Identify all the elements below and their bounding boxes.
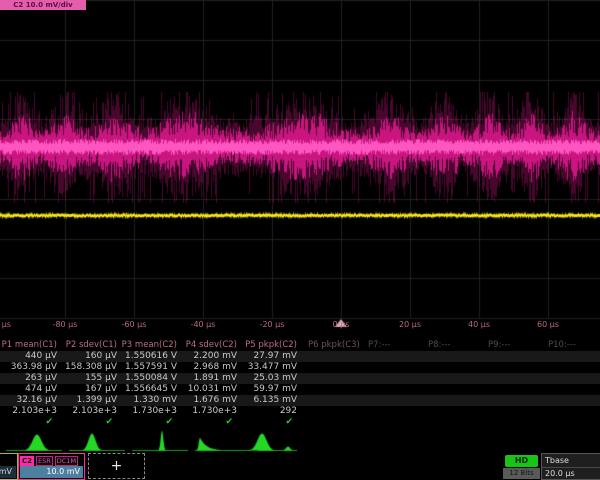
measure-row: 474 µV167 µV1.556645 V10.031 mV59.97 mV bbox=[0, 384, 600, 395]
measure-param-header-unused[interactable]: P7:--- bbox=[360, 340, 420, 351]
channel-c1-descriptor[interactable]: DC1M 0 mV bbox=[0, 453, 18, 480]
measure-value: 6.135 mV bbox=[240, 395, 300, 406]
measure-param-header-unused[interactable]: P6 pkpk(C3) bbox=[300, 340, 360, 351]
measure-value: 1.557591 V bbox=[120, 362, 180, 373]
timebase-descriptor[interactable]: Tbase 20.0 µs bbox=[541, 453, 600, 480]
measure-value: 263 µV bbox=[0, 373, 60, 384]
measure-row: 2.103e+32.103e+31.730e+31.730e+3292 bbox=[0, 406, 600, 417]
status-check-icon: ✔ bbox=[60, 417, 120, 428]
measure-value: 33.477 mV bbox=[240, 362, 300, 373]
time-axis-label: -20 µs bbox=[260, 320, 285, 329]
measure-param-header[interactable]: P4 sdev(C2) bbox=[180, 340, 240, 351]
measure-value: 474 µV bbox=[0, 384, 60, 395]
measure-param-header-unused[interactable]: P10:--- bbox=[540, 340, 600, 351]
measure-header-row: P1 mean(C1)P2 sdev(C1)P3 mean(C2)P4 sdev… bbox=[0, 340, 600, 351]
measure-row: 263 µV155 µV1.550084 V1.891 mV25.03 mV bbox=[0, 373, 600, 384]
measure-value: 160 µV bbox=[60, 351, 120, 362]
time-axis-label: -40 µs bbox=[191, 320, 216, 329]
add-trace-button[interactable]: + bbox=[88, 453, 145, 479]
measure-value: 2.968 mV bbox=[180, 362, 240, 373]
c1-vertical-scale: 0 mV bbox=[0, 466, 16, 478]
time-axis-label: -100 µs bbox=[0, 320, 11, 329]
measure-row: 32.16 µV1.399 µV1.330 mV1.676 mV6.135 mV bbox=[0, 395, 600, 406]
c2-channel-label: C2 bbox=[20, 456, 34, 466]
measure-value: 10.031 mV bbox=[180, 384, 240, 395]
measure-param-header[interactable]: P5 pkpk(C2) bbox=[240, 340, 300, 351]
hd-mode-badge[interactable]: HD bbox=[505, 455, 538, 467]
measure-value: 1.399 µV bbox=[60, 395, 120, 406]
resolution-bits-chip: 12 Bits bbox=[503, 468, 540, 479]
measure-value: 1.550616 V bbox=[120, 351, 180, 362]
measure-value: 1.730e+3 bbox=[120, 406, 180, 417]
c2-vertical-scale: 10.0 mV bbox=[20, 466, 83, 478]
measure-param-header-unused[interactable]: P8:--- bbox=[420, 340, 480, 351]
measure-value: 1.550084 V bbox=[120, 373, 180, 384]
oscilloscope-screen: C2 10.0 mV/div -100 µs -80 µs -60 µs -40 µs… bbox=[0, 0, 600, 480]
plus-icon: + bbox=[111, 458, 123, 474]
waveform-display[interactable] bbox=[0, 0, 600, 334]
measure-status-row: ✔✔✔✔✔ bbox=[0, 417, 600, 428]
measure-row: 363.98 µV158.308 µV1.557591 V2.968 mV33.… bbox=[0, 362, 600, 373]
measure-value: 363.98 µV bbox=[0, 362, 60, 373]
measure-param-header[interactable]: P3 mean(C2) bbox=[120, 340, 180, 351]
measure-value: 1.891 mV bbox=[180, 373, 240, 384]
measure-value: 292 bbox=[240, 406, 300, 417]
status-check-icon: ✔ bbox=[120, 417, 180, 428]
timebase-scale: 20.0 µs bbox=[542, 468, 600, 480]
bottom-bar: DC1M 0 mV C2 ESR DC1M 10.0 mV + HD 12 Bi… bbox=[0, 452, 600, 480]
trace-descriptor-badge[interactable]: C2 10.0 mV/div bbox=[0, 0, 86, 10]
time-axis-label: 20 µs bbox=[399, 320, 421, 329]
measure-param-header[interactable]: P2 sdev(C1) bbox=[60, 340, 120, 351]
c2-coupling-badge: DC1M bbox=[55, 456, 78, 466]
measure-value: 25.03 mV bbox=[240, 373, 300, 384]
measure-value: 2.103e+3 bbox=[60, 406, 120, 417]
measure-value: 1.730e+3 bbox=[180, 406, 240, 417]
measure-value: 2.200 mV bbox=[180, 351, 240, 362]
status-check-icon: ✔ bbox=[240, 417, 300, 428]
measure-value: 158.308 µV bbox=[60, 362, 120, 373]
measure-param-header-unused[interactable]: P9:--- bbox=[480, 340, 540, 351]
measure-histicons[interactable] bbox=[0, 430, 600, 452]
time-axis-label: -60 µs bbox=[122, 320, 147, 329]
measure-value: 155 µV bbox=[60, 373, 120, 384]
time-axis-label: 0 µs bbox=[333, 320, 350, 329]
time-axis-label: 60 µs bbox=[537, 320, 559, 329]
status-check-icon: ✔ bbox=[180, 417, 240, 428]
time-axis-label: -80 µs bbox=[53, 320, 78, 329]
measure-value: 167 µV bbox=[60, 384, 120, 395]
measure-value: 27.97 mV bbox=[240, 351, 300, 362]
c2-esr-badge: ESR bbox=[36, 456, 53, 466]
measure-param-header[interactable]: P1 mean(C1) bbox=[0, 340, 60, 351]
time-axis-label: 40 µs bbox=[468, 320, 490, 329]
measure-value: 1.330 mV bbox=[120, 395, 180, 406]
measure-value: 440 µV bbox=[0, 351, 60, 362]
timebase-label: Tbase bbox=[542, 454, 600, 468]
measure-value: 2.103e+3 bbox=[0, 406, 60, 417]
measure-value: 32.16 µV bbox=[0, 395, 60, 406]
measure-value: 59.97 mV bbox=[240, 384, 300, 395]
measure-value: 1.676 mV bbox=[180, 395, 240, 406]
measure-row: 440 µV160 µV1.550616 V2.200 mV27.97 mV bbox=[0, 351, 600, 362]
measurement-table: P1 mean(C1)P2 sdev(C1)P3 mean(C2)P4 sdev… bbox=[0, 340, 600, 428]
measure-value: 1.556645 V bbox=[120, 384, 180, 395]
status-check-icon: ✔ bbox=[0, 417, 60, 428]
channel-c2-descriptor[interactable]: C2 ESR DC1M 10.0 mV bbox=[18, 453, 85, 480]
time-axis: -100 µs -80 µs -60 µs -40 µs -20 µs 0 µs 20 µs… bbox=[0, 319, 600, 334]
